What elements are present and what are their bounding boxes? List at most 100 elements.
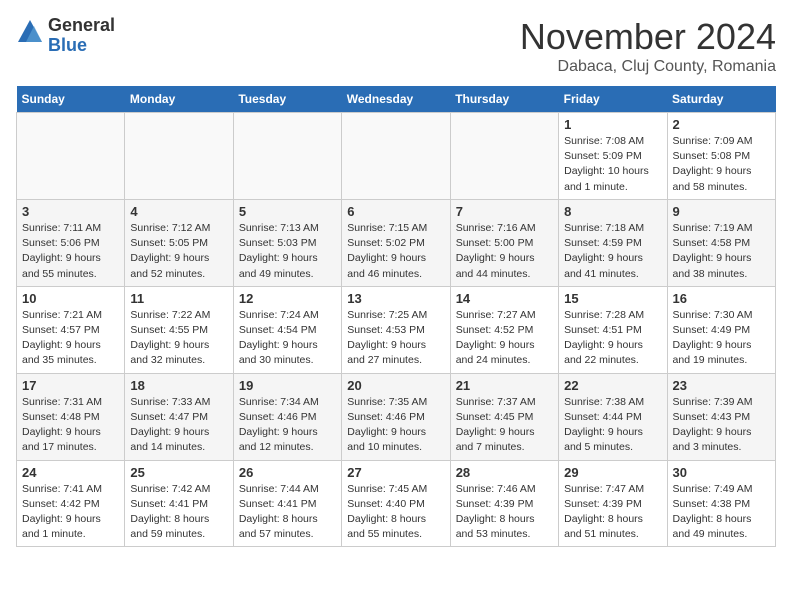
calendar-cell: 7Sunrise: 7:16 AM Sunset: 5:00 PM Daylig… — [450, 199, 558, 286]
day-detail: Sunrise: 7:21 AM Sunset: 4:57 PM Dayligh… — [22, 308, 119, 369]
calendar-cell: 14 Sunrise: 7:27 AM Sunset: 4:52 PM Dayli… — [450, 286, 558, 373]
calendar-cell: 9 Sunrise: 7:19 AM Sunset: 4:58 PM Daylig… — [667, 199, 775, 286]
calendar-cell: 20 Sunrise: 7:35 AM Sunset: 4:46 PM Dayli… — [342, 373, 450, 460]
day-detail: Sunrise: 7:24 AM Sunset: 4:54 PM Dayligh… — [239, 308, 336, 369]
day-number: 15 — [564, 291, 661, 306]
day-detail: Sunrise: 7:49 AM Sunset: 4:38 PM Dayligh… — [673, 482, 770, 543]
calendar-cell: 17 Sunrise: 7:31 AM Sunset: 4:48 PM Dayli… — [17, 373, 125, 460]
day-detail: Sunrise: 7:30 AM Sunset: 4:49 PM Dayligh… — [673, 308, 770, 369]
weekday-header-monday: Monday — [125, 86, 233, 113]
calendar-week-row: 3Sunrise: 7:11 AM Sunset: 5:06 PM Daylig… — [17, 199, 776, 286]
calendar-cell: 13 Sunrise: 7:25 AM Sunset: 4:53 PM Dayli… — [342, 286, 450, 373]
day-detail: Sunrise: 7:38 AM Sunset: 4:44 PM Dayligh… — [564, 395, 661, 456]
calendar-cell: 29 Sunrise: 7:47 AM Sunset: 4:39 PM Dayli… — [559, 460, 667, 547]
day-detail: Sunrise: 7:35 AM Sunset: 4:46 PM Dayligh… — [347, 395, 444, 456]
day-detail: Sunrise: 7:25 AM Sunset: 4:53 PM Dayligh… — [347, 308, 444, 369]
day-detail: Sunrise: 7:39 AM Sunset: 4:43 PM Dayligh… — [673, 395, 770, 456]
day-number: 26 — [239, 465, 336, 480]
calendar-cell: 8Sunrise: 7:18 AM Sunset: 4:59 PM Daylig… — [559, 199, 667, 286]
day-number: 2 — [673, 117, 770, 132]
calendar-cell: 16 Sunrise: 7:30 AM Sunset: 4:49 PM Dayli… — [667, 286, 775, 373]
calendar-cell: 18Sunrise: 7:33 AM Sunset: 4:47 PM Dayli… — [125, 373, 233, 460]
calendar-week-row: 10 Sunrise: 7:21 AM Sunset: 4:57 PM Dayli… — [17, 286, 776, 373]
day-detail: Sunrise: 7:11 AM Sunset: 5:06 PM Dayligh… — [22, 221, 119, 282]
day-number: 14 — [456, 291, 553, 306]
calendar-cell: 4 Sunrise: 7:12 AM Sunset: 5:05 PM Daylig… — [125, 199, 233, 286]
title-block: November 2024 Dabaca, Cluj County, Roman… — [520, 16, 776, 76]
calendar-cell — [233, 113, 341, 200]
weekday-header-wednesday: Wednesday — [342, 86, 450, 113]
calendar-week-row: 17 Sunrise: 7:31 AM Sunset: 4:48 PM Dayli… — [17, 373, 776, 460]
day-number: 19 — [239, 378, 336, 393]
calendar-cell: 3Sunrise: 7:11 AM Sunset: 5:06 PM Daylig… — [17, 199, 125, 286]
day-detail: Sunrise: 7:15 AM Sunset: 5:02 PM Dayligh… — [347, 221, 444, 282]
logo-text: General Blue — [48, 16, 115, 56]
day-detail: Sunrise: 7:46 AM Sunset: 4:39 PM Dayligh… — [456, 482, 553, 543]
logo-general: General — [48, 16, 115, 36]
day-number: 9 — [673, 204, 770, 219]
calendar-cell: 22 Sunrise: 7:38 AM Sunset: 4:44 PM Dayli… — [559, 373, 667, 460]
calendar-cell: 15Sunrise: 7:28 AM Sunset: 4:51 PM Dayli… — [559, 286, 667, 373]
day-detail: Sunrise: 7:44 AM Sunset: 4:41 PM Dayligh… — [239, 482, 336, 543]
calendar-cell — [342, 113, 450, 200]
day-detail: Sunrise: 7:22 AM Sunset: 4:55 PM Dayligh… — [130, 308, 227, 369]
weekday-header-friday: Friday — [559, 86, 667, 113]
weekday-header-row: SundayMondayTuesdayWednesdayThursdayFrid… — [17, 86, 776, 113]
page-header: General Blue November 2024 Dabaca, Cluj … — [16, 16, 776, 76]
day-detail: Sunrise: 7:18 AM Sunset: 4:59 PM Dayligh… — [564, 221, 661, 282]
day-detail: Sunrise: 7:16 AM Sunset: 5:00 PM Dayligh… — [456, 221, 553, 282]
day-detail: Sunrise: 7:08 AM Sunset: 5:09 PM Dayligh… — [564, 134, 661, 195]
weekday-header-saturday: Saturday — [667, 86, 775, 113]
day-number: 30 — [673, 465, 770, 480]
calendar-cell: 6 Sunrise: 7:15 AM Sunset: 5:02 PM Daylig… — [342, 199, 450, 286]
day-number: 10 — [22, 291, 119, 306]
day-detail: Sunrise: 7:27 AM Sunset: 4:52 PM Dayligh… — [456, 308, 553, 369]
day-number: 5 — [239, 204, 336, 219]
day-detail: Sunrise: 7:09 AM Sunset: 5:08 PM Dayligh… — [673, 134, 770, 195]
calendar-cell: 19 Sunrise: 7:34 AM Sunset: 4:46 PM Dayli… — [233, 373, 341, 460]
logo: General Blue — [16, 16, 115, 56]
day-detail: Sunrise: 7:31 AM Sunset: 4:48 PM Dayligh… — [22, 395, 119, 456]
calendar-cell: 12 Sunrise: 7:24 AM Sunset: 4:54 PM Dayli… — [233, 286, 341, 373]
day-number: 21 — [456, 378, 553, 393]
day-number: 12 — [239, 291, 336, 306]
day-number: 16 — [673, 291, 770, 306]
day-number: 4 — [130, 204, 227, 219]
calendar-cell: 28Sunrise: 7:46 AM Sunset: 4:39 PM Dayli… — [450, 460, 558, 547]
calendar-week-row: 24 Sunrise: 7:41 AM Sunset: 4:42 PM Dayli… — [17, 460, 776, 547]
calendar-cell: 27 Sunrise: 7:45 AM Sunset: 4:40 PM Dayli… — [342, 460, 450, 547]
day-detail: Sunrise: 7:12 AM Sunset: 5:05 PM Dayligh… — [130, 221, 227, 282]
day-detail: Sunrise: 7:47 AM Sunset: 4:39 PM Dayligh… — [564, 482, 661, 543]
location: Dabaca, Cluj County, Romania — [520, 58, 776, 76]
day-number: 18 — [130, 378, 227, 393]
day-detail: Sunrise: 7:41 AM Sunset: 4:42 PM Dayligh… — [22, 482, 119, 543]
day-number: 22 — [564, 378, 661, 393]
calendar-cell: 10 Sunrise: 7:21 AM Sunset: 4:57 PM Dayli… — [17, 286, 125, 373]
day-detail: Sunrise: 7:45 AM Sunset: 4:40 PM Dayligh… — [347, 482, 444, 543]
weekday-header-thursday: Thursday — [450, 86, 558, 113]
month-title: November 2024 — [520, 16, 776, 58]
calendar-cell — [450, 113, 558, 200]
logo-icon — [16, 18, 44, 46]
calendar-week-row: 1 Sunrise: 7:08 AM Sunset: 5:09 PM Daylig… — [17, 113, 776, 200]
day-number: 23 — [673, 378, 770, 393]
day-detail: Sunrise: 7:37 AM Sunset: 4:45 PM Dayligh… — [456, 395, 553, 456]
day-number: 6 — [347, 204, 444, 219]
calendar-cell: 24 Sunrise: 7:41 AM Sunset: 4:42 PM Dayli… — [17, 460, 125, 547]
calendar-cell — [17, 113, 125, 200]
day-number: 13 — [347, 291, 444, 306]
calendar-table: SundayMondayTuesdayWednesdayThursdayFrid… — [16, 86, 776, 547]
day-number: 1 — [564, 117, 661, 132]
day-detail: Sunrise: 7:42 AM Sunset: 4:41 PM Dayligh… — [130, 482, 227, 543]
day-number: 29 — [564, 465, 661, 480]
day-number: 20 — [347, 378, 444, 393]
weekday-header-sunday: Sunday — [17, 86, 125, 113]
day-number: 11 — [130, 291, 227, 306]
calendar-cell: 26 Sunrise: 7:44 AM Sunset: 4:41 PM Dayli… — [233, 460, 341, 547]
day-detail: Sunrise: 7:19 AM Sunset: 4:58 PM Dayligh… — [673, 221, 770, 282]
day-number: 27 — [347, 465, 444, 480]
calendar-cell: 5Sunrise: 7:13 AM Sunset: 5:03 PM Daylig… — [233, 199, 341, 286]
day-detail: Sunrise: 7:34 AM Sunset: 4:46 PM Dayligh… — [239, 395, 336, 456]
day-number: 17 — [22, 378, 119, 393]
day-number: 24 — [22, 465, 119, 480]
